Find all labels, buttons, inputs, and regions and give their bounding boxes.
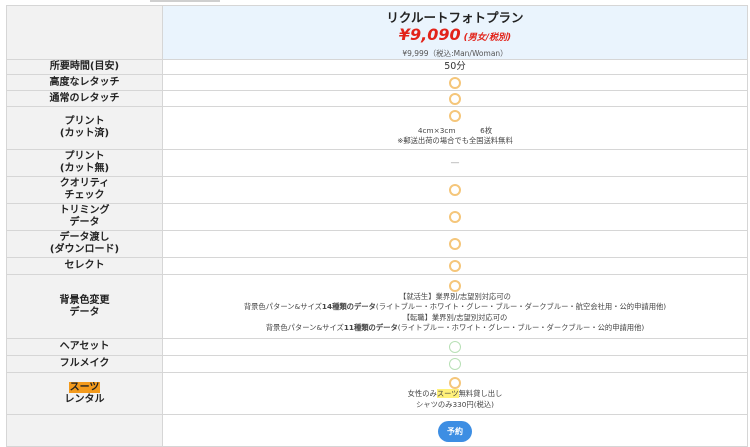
plan-header-row: リクルートフォトプラン ¥9,090 (男女/税別) ¥9,999（税込:Man/… [6, 5, 748, 60]
job-hunting-heading: 【就活生】業界別/志望別対応可の [399, 291, 511, 301]
plan-comparison-table: リクルートフォトプラン ¥9,090 (男女/税別) ¥9,999（税込:Man/… [6, 5, 748, 447]
page: リクルートフォトプラン ¥9,090 (男女/税別) ¥9,999（税込:Man/… [0, 0, 750, 447]
trimming-label-2: データ [69, 217, 100, 228]
trimming-label-1: トリミング [59, 205, 110, 216]
row-full-makeup: フルメイク [6, 355, 748, 373]
suit-rental-line-1: 女性のみスーツ無料貸し出し [163, 389, 747, 400]
row-label-print-uncut: プリント (カット無) [6, 149, 163, 177]
suit-label-highlight: スーツ [68, 381, 101, 393]
row-print-uncut: プリント (カット無) — [6, 149, 748, 177]
row-reserve: 予約 [6, 414, 748, 447]
row-label-background: 背景色変更 データ [6, 274, 163, 339]
included-circle-icon [449, 279, 461, 292]
row-label-advanced-retouch: 高度なレタッチ [6, 74, 163, 91]
duration-value: 50分 [444, 61, 466, 72]
background-label-1: 背景色変更 [59, 294, 110, 306]
print-uncut-label-2: (カット無) [59, 163, 110, 174]
row-normal-retouch: 通常のレタッチ [6, 90, 748, 107]
data-delivery-label-1: データ渡し [59, 232, 110, 243]
suit-rental-cell: 女性のみスーツ無料貸し出し シャツのみ330円(税込) [162, 372, 748, 415]
career-heading: 【転職】業界別/志望別対応可の [402, 312, 508, 322]
row-label-hair-set: ヘアセット [6, 338, 163, 356]
row-print-cut: プリント (カット済) 4cm×3cm 6枚 ※郵送出荷の場合でも全国送料無料 [6, 106, 748, 150]
career-pre: 背景色パターン&サイズ [265, 323, 344, 332]
plan-tax-price: ¥9,999（税込:Man/Woman） [402, 48, 508, 58]
included-circle-icon [449, 260, 461, 272]
included-circle-icon [449, 377, 461, 389]
included-circle-icon [449, 184, 461, 196]
suit-line1-post: 無料貸し出し [458, 389, 503, 398]
row-hair-set: ヘアセット [6, 338, 748, 356]
row-label-duration: 所要時間(目安) [6, 59, 163, 75]
row-advanced-retouch: 高度なレタッチ [6, 74, 748, 91]
background-cell: 【就活生】業界別/志望別対応可の 背景色パターン&サイズ14種類のデータ(ライト… [162, 274, 748, 339]
row-background: 背景色変更 データ 【就活生】業界別/志望別対応可の 背景色パターン&サイズ14… [6, 274, 748, 339]
plan-price-note: (男女/税別) [463, 32, 512, 43]
included-circle-icon [449, 358, 461, 370]
career-bold: 11種類のデータ [343, 323, 398, 332]
not-included-dash: — [450, 158, 460, 168]
row-label-normal-retouch: 通常のレタッチ [6, 90, 163, 107]
quality-check-label-2: チェック [64, 190, 105, 201]
job-hunting-bold: 14種類のデータ [321, 302, 376, 311]
reserve-button[interactable]: 予約 [438, 421, 472, 442]
print-size: 4cm×3cm [417, 125, 456, 135]
plan-name: リクルートフォトプラン [386, 9, 524, 25]
plan-price: ¥9,090 [398, 24, 461, 44]
row-data-delivery: データ渡し (ダウンロード) [6, 230, 748, 258]
print-cut-label-2: (カット済) [59, 128, 110, 139]
suit-label-2: レンタル [64, 393, 105, 405]
data-delivery-label-2: (ダウンロード) [49, 244, 120, 255]
job-hunting-detail: 背景色パターン&サイズ14種類のデータ(ライトブルー・ホワイト・グレー・ブルー・… [163, 302, 747, 313]
price-row: ¥9,090 (男女/税別) [163, 25, 747, 48]
row-label-print-cut: プリント (カット済) [6, 106, 163, 150]
row-suit-rental: スーツ レンタル 女性のみスーツ無料貸し出し シャツのみ330円(税込) [6, 372, 748, 415]
print-uncut-label-1: プリント [64, 151, 105, 162]
included-circle-icon [449, 238, 461, 250]
row-quality-check: クオリティ チェック [6, 176, 748, 204]
plan-header-cell: リクルートフォトプラン ¥9,090 (男女/税別) ¥9,999（税込:Man/… [162, 5, 748, 60]
career-post: (ライトブルー・ホワイト・グレー・ブルー・ダークブルー・公的申請用他) [397, 323, 645, 332]
included-circle-icon [449, 341, 461, 353]
job-hunting-post: (ライトブルー・ホワイト・グレー・ブルー・ダークブルー・航空会社用・公的申請用他… [375, 302, 667, 311]
job-hunting-pre: 背景色パターン&サイズ [243, 302, 322, 311]
included-circle-icon [449, 211, 461, 223]
row-label-suit-rental: スーツ レンタル [6, 372, 163, 415]
print-cut-cell: 4cm×3cm 6枚 ※郵送出荷の場合でも全国送料無料 [162, 106, 748, 150]
row-trimming: トリミング データ [6, 203, 748, 231]
included-circle-icon [449, 92, 461, 105]
print-size-line: 4cm×3cm 6枚 [163, 126, 747, 137]
suit-rental-line-2: シャツのみ330円(税込) [416, 399, 494, 409]
included-circle-icon [449, 76, 461, 89]
print-count: 6枚 [480, 125, 493, 135]
career-detail: 背景色パターン&サイズ11種類のデータ(ライトブルー・ホワイト・グレー・ブルー・… [163, 323, 747, 334]
row-label-trimming: トリミング データ [6, 203, 163, 231]
row-duration: 所要時間(目安) 50分 [6, 59, 748, 75]
row-label-select: セレクト [6, 257, 163, 275]
reserve-empty-cell [6, 414, 163, 447]
print-cut-label-1: プリント [64, 116, 105, 127]
row-label-quality-check: クオリティ チェック [6, 176, 163, 204]
header-empty-cell [6, 5, 163, 60]
scroll-indicator [150, 0, 220, 2]
row-label-full-makeup: フルメイク [6, 355, 163, 373]
shipping-note: ※郵送出荷の場合でも全国送料無料 [397, 136, 513, 145]
included-circle-icon [449, 109, 461, 122]
suit-line1-pre: 女性のみ [407, 389, 437, 398]
suit-line1-highlight: スーツ [436, 389, 459, 398]
background-label-2: データ [69, 306, 100, 318]
quality-check-label-1: クオリティ [59, 178, 110, 189]
row-label-data-delivery: データ渡し (ダウンロード) [6, 230, 163, 258]
row-select: セレクト [6, 257, 748, 275]
